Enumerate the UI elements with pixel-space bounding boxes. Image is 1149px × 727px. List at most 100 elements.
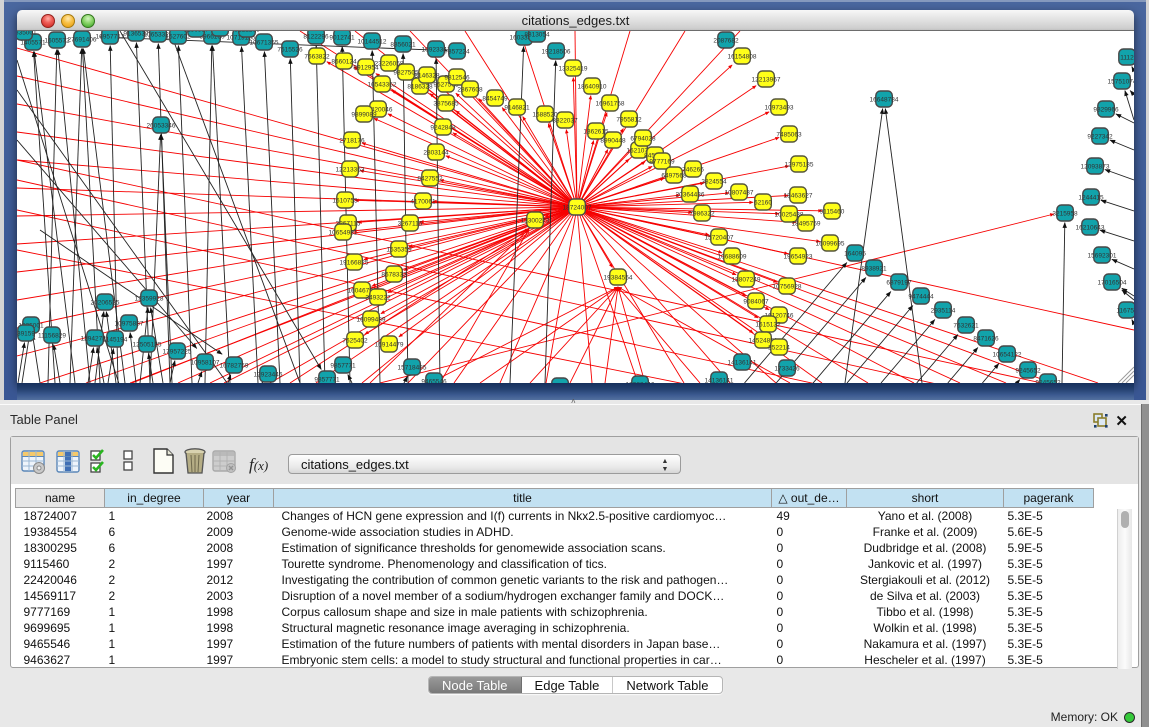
svg-text:9777169: 9777169 [649, 159, 675, 166]
svg-text:8356021: 8356021 [390, 42, 416, 49]
svg-text:1244415: 1244415 [1078, 195, 1104, 202]
svg-text:9857771: 9857771 [330, 363, 356, 370]
svg-text:26053346: 26053346 [147, 123, 176, 130]
svg-text:19384554: 19384554 [604, 275, 633, 282]
svg-text:18463627: 18463627 [784, 193, 813, 200]
svg-text:2718176: 2718176 [339, 138, 365, 145]
svg-text:12359928: 12359928 [135, 296, 164, 303]
svg-text:9474444: 9474444 [908, 294, 934, 301]
svg-text:10756928: 10756928 [773, 284, 802, 291]
svg-text:16099489: 16099489 [357, 317, 386, 324]
svg-text:19166825: 19166825 [340, 260, 369, 267]
svg-text:8427552: 8427552 [417, 176, 443, 183]
svg-text:8938921: 8938921 [861, 266, 887, 273]
svg-text:3215958: 3215958 [1052, 211, 1078, 218]
svg-text:15751074: 15751074 [1108, 79, 1134, 86]
svg-text:15692301: 15692301 [1088, 253, 1117, 260]
svg-text:746266: 746266 [682, 167, 704, 174]
svg-text:12923446: 12923446 [254, 372, 283, 379]
svg-text:9242848: 9242848 [430, 125, 456, 132]
svg-text:8322037: 8322037 [552, 118, 578, 125]
svg-text:19218506: 19218506 [542, 49, 571, 56]
svg-text:27691406: 27691406 [68, 37, 97, 44]
svg-text:10975887: 10975887 [115, 321, 144, 328]
svg-text:16914479: 16914479 [375, 342, 404, 349]
svg-text:62160: 62160 [754, 200, 772, 207]
svg-text:2803144: 2803144 [423, 150, 449, 157]
svg-text:7663822: 7663822 [304, 54, 330, 61]
svg-text:16210643: 16210643 [1076, 225, 1105, 232]
svg-text:18495759: 18495759 [792, 221, 821, 228]
svg-text:20364436: 20364436 [676, 192, 705, 199]
svg-text:12213967: 12213967 [752, 77, 781, 84]
svg-text:16648784: 16648784 [870, 97, 899, 104]
svg-text:19654923: 19654923 [784, 254, 813, 261]
svg-text:39159: 39159 [17, 331, 35, 338]
svg-text:9012741: 9012741 [329, 35, 355, 42]
svg-text:116753: 116753 [1116, 308, 1134, 315]
svg-text:1535359: 1535359 [386, 247, 412, 254]
svg-text:8678332: 8678332 [381, 272, 407, 279]
svg-text:10654981: 10654981 [329, 230, 358, 237]
svg-text:7625402: 7625402 [342, 338, 368, 345]
svg-text:8990448: 8990448 [600, 138, 626, 145]
svg-text:16957712: 16957712 [96, 34, 125, 41]
svg-text:8471626: 8471626 [973, 336, 999, 343]
svg-text:9227342: 9227342 [1087, 134, 1113, 141]
svg-text:2087682: 2087682 [713, 38, 739, 45]
svg-text:1605572: 1605572 [44, 38, 70, 45]
svg-text:16543362: 16543362 [368, 82, 397, 89]
svg-text:1615132: 1615132 [755, 322, 781, 329]
svg-text:9329966: 9329966 [1093, 107, 1119, 114]
svg-text:3493222: 3493222 [365, 295, 391, 302]
svg-text:16782759: 16782759 [220, 363, 249, 370]
svg-text:12505135: 12505135 [133, 342, 162, 349]
svg-text:12213363: 12213363 [336, 167, 365, 174]
svg-text:9115460: 9115460 [820, 209, 845, 216]
svg-text:8454749: 8454749 [482, 96, 508, 103]
svg-text:8122296: 8122296 [303, 34, 329, 41]
svg-text:6879197: 6879197 [886, 280, 912, 287]
svg-text:16961758: 16961758 [596, 101, 625, 108]
svg-text:15720407: 15720407 [705, 235, 734, 242]
svg-text:3824554: 3824554 [701, 179, 727, 186]
svg-text:9899089: 9899089 [351, 112, 377, 119]
svg-text:10958107: 10958107 [191, 360, 220, 367]
svg-text:7485063: 7485063 [776, 132, 802, 139]
svg-text:18724007: 18724007 [563, 205, 592, 212]
svg-text:10144512: 10144512 [358, 39, 387, 46]
svg-text:13325419: 13325419 [559, 66, 588, 73]
svg-text:9136537: 9136537 [183, 31, 209, 34]
svg-text:16154808: 16154808 [728, 54, 757, 61]
svg-text:7357224: 7357224 [444, 49, 470, 56]
svg-text:12093873: 12093873 [1081, 164, 1110, 171]
svg-text:1610755: 1610755 [332, 198, 358, 205]
svg-text:7986322: 7986322 [689, 211, 715, 218]
svg-text:12975185: 12975185 [785, 162, 814, 169]
svg-text:9146821: 9146821 [504, 105, 530, 112]
svg-text:252214: 252214 [768, 345, 790, 352]
svg-text:9084067: 9084067 [743, 299, 769, 306]
svg-text:7955812: 7955812 [616, 117, 642, 124]
svg-text:9245652: 9245652 [1015, 368, 1041, 375]
svg-text:1835001: 1835001 [17, 31, 37, 37]
svg-text:17016504: 17016504 [1098, 280, 1127, 287]
svg-text:1145194: 1145194 [103, 337, 128, 344]
svg-text:20206525: 20206525 [91, 300, 120, 307]
svg-text:2867608: 2867608 [457, 87, 483, 94]
svg-text:7515526: 7515526 [277, 47, 303, 54]
svg-text:1527602: 1527602 [165, 34, 191, 41]
svg-text:8122296: 8122296 [234, 31, 260, 34]
svg-text:18640910: 18640910 [578, 84, 607, 91]
svg-text:17957225: 17957225 [163, 349, 192, 356]
svg-text:10807487: 10807487 [725, 190, 754, 197]
svg-text:1733426: 1733426 [774, 366, 800, 373]
svg-text:1112: 1112 [1120, 55, 1134, 62]
svg-text:16099695: 16099695 [816, 241, 845, 248]
svg-text:6794028: 6794028 [630, 136, 656, 143]
svg-text:10973493: 10973493 [765, 105, 794, 112]
svg-text:10654122: 10654122 [993, 352, 1022, 359]
svg-text:6497568: 6497568 [661, 173, 687, 180]
svg-text:15718485: 15718485 [398, 365, 427, 372]
svg-text:1052233: 1052233 [207, 31, 233, 33]
